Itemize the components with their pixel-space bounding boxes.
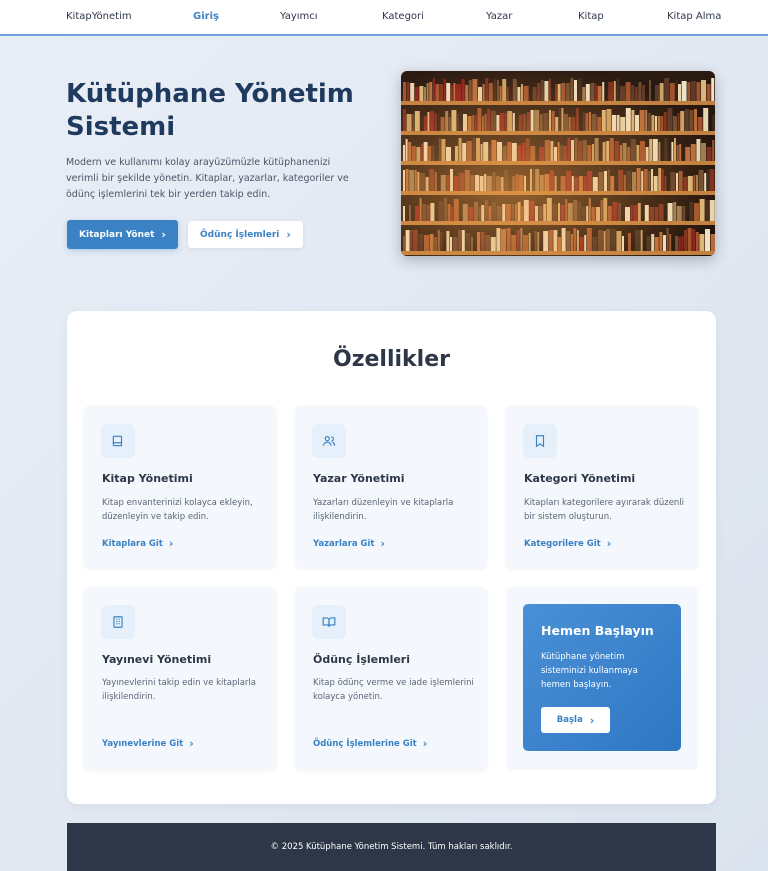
loans-link[interactable]: Ödünç İşlemlerine Git › (313, 738, 427, 749)
publishers-link[interactable]: Yayınevlerine Git › (102, 738, 194, 749)
chevron-right-icon: › (589, 713, 595, 727)
card-title: Yayınevi Yönetimi (102, 653, 212, 666)
card-description: Kitap envanterinizi kolayca ekleyin, düz… (102, 498, 253, 522)
hero-title: Kütüphane Yönetim Sistemi (66, 79, 354, 142)
open-book-icon (312, 605, 346, 639)
start-button[interactable]: Başla › (541, 707, 610, 733)
categories-link[interactable]: Kategorilere Git › (524, 538, 611, 549)
nav-item-yazar[interactable]: Yazar (486, 11, 512, 22)
start-button-label: Başla (556, 715, 583, 725)
get-started-card: Hemen Başlayın Kütüphane yönetim sistemi… (523, 604, 681, 751)
manage-books-label: Kitapları Yönet (79, 229, 155, 240)
publishers-link-label: Yayınevlerine Git (102, 738, 184, 749)
bookmark-icon (523, 424, 557, 458)
card-title: Yazar Yönetimi (313, 472, 405, 485)
library-bookshelf-image (401, 71, 715, 256)
card-category-management: Kategori Yönetimi Kitapları kategorilere… (506, 406, 698, 568)
cta-description: Kütüphane yönetim sisteminizi kullanmaya… (541, 652, 638, 690)
chevron-right-icon: › (422, 737, 428, 750)
navbar: KitapYönetim Giriş Yayımcı Kategori Yaza… (0, 0, 768, 36)
books-link[interactable]: Kitaplara Git › (102, 538, 173, 549)
loan-operations-label: Ödünç İşlemleri (200, 229, 280, 240)
building-icon (101, 605, 135, 639)
loans-link-label: Ödünç İşlemlerine Git (313, 738, 417, 749)
card-description: Kitap ödünç verme ve iade işlemlerini ko… (313, 678, 474, 702)
nav-item-kitap[interactable]: Kitap (578, 11, 604, 22)
nav-item-yayimci[interactable]: Yayımcı (280, 11, 318, 22)
card-description: Yazarları düzenleyin ve kitaplarla ilişk… (313, 498, 454, 522)
nav-item-giris[interactable]: Giriş (193, 11, 219, 22)
footer: © 2025 Kütüphane Yönetim Sistemi. Tüm ha… (67, 823, 716, 871)
loan-operations-button[interactable]: Ödünç İşlemleri › (188, 221, 303, 248)
copyright-text: © 2025 Kütüphane Yönetim Sistemi. Tüm ha… (270, 842, 513, 852)
chevron-right-icon: › (286, 228, 291, 241)
card-publisher-management: Yayınevi Yönetimi Yayınevlerini takip ed… (84, 587, 276, 770)
chevron-right-icon: › (161, 228, 166, 241)
nav-item-kategori[interactable]: Kategori (382, 11, 424, 22)
card-book-management: Kitap Yönetimi Kitap envanterinizi kolay… (84, 406, 276, 568)
nav-item-kitap-alma[interactable]: Kitap Alma (667, 11, 721, 22)
features-title: Özellikler (333, 347, 450, 372)
card-author-management: Yazar Yönetimi Yazarları düzenleyin ve k… (295, 406, 487, 568)
authors-link[interactable]: Yazarlara Git › (313, 538, 385, 549)
cta-title: Hemen Başlayın (541, 623, 654, 638)
books-link-label: Kitaplara Git (102, 538, 163, 549)
card-loan-operations: Ödünç İşlemleri Kitap ödünç verme ve iad… (295, 587, 487, 770)
card-description: Yayınevlerini takip edin ve kitaplarla i… (102, 678, 256, 702)
chevron-right-icon: › (189, 737, 194, 750)
chevron-right-icon: › (606, 537, 612, 550)
hero-description: Modern ve kullanımı kolay arayüzümüzle k… (66, 157, 349, 200)
users-icon (312, 424, 346, 458)
categories-link-label: Kategorilere Git (524, 538, 601, 549)
chevron-right-icon: › (168, 537, 174, 550)
manage-books-button[interactable]: Kitapları Yönet › (67, 220, 178, 249)
card-title: Kategori Yönetimi (524, 472, 636, 485)
book-icon (101, 424, 135, 458)
card-title: Kitap Yönetimi (102, 472, 193, 485)
chevron-right-icon: › (380, 537, 386, 550)
card-description: Kitapları kategorilere ayırarak düzenli … (524, 498, 685, 522)
authors-link-label: Yazarlara Git (313, 538, 375, 549)
nav-item-brand[interactable]: KitapYönetim (66, 11, 132, 22)
card-title: Ödünç İşlemleri (313, 653, 410, 666)
